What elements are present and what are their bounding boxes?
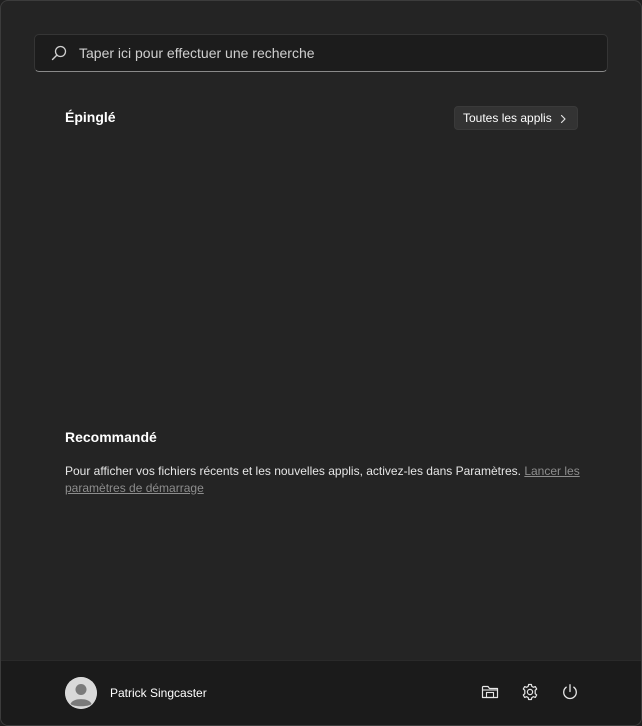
recommended-message: Pour afficher vos fichiers récents et le… — [65, 464, 525, 478]
pinned-section-title: Épinglé — [65, 109, 116, 125]
search-box[interactable] — [34, 34, 608, 72]
all-apps-label: Toutes les applis — [463, 111, 552, 125]
search-input[interactable] — [79, 45, 579, 61]
search-icon — [51, 45, 67, 61]
user-name[interactable]: Patrick Singcaster — [110, 686, 207, 700]
recommended-message-block: Pour afficher vos fichiers récents et le… — [65, 463, 585, 496]
chevron-right-icon — [558, 113, 568, 124]
file-explorer-icon[interactable] — [481, 683, 499, 701]
recommended-section-title: Recommandé — [65, 429, 157, 445]
power-icon[interactable] — [561, 683, 579, 701]
all-apps-button[interactable]: Toutes les applis — [454, 106, 578, 130]
start-footer: Patrick Singcaster — [1, 660, 641, 725]
start-menu: Épinglé Toutes les applis Recommandé Pou… — [0, 0, 642, 726]
user-avatar-icon[interactable] — [65, 677, 97, 709]
settings-gear-icon[interactable] — [521, 683, 539, 701]
